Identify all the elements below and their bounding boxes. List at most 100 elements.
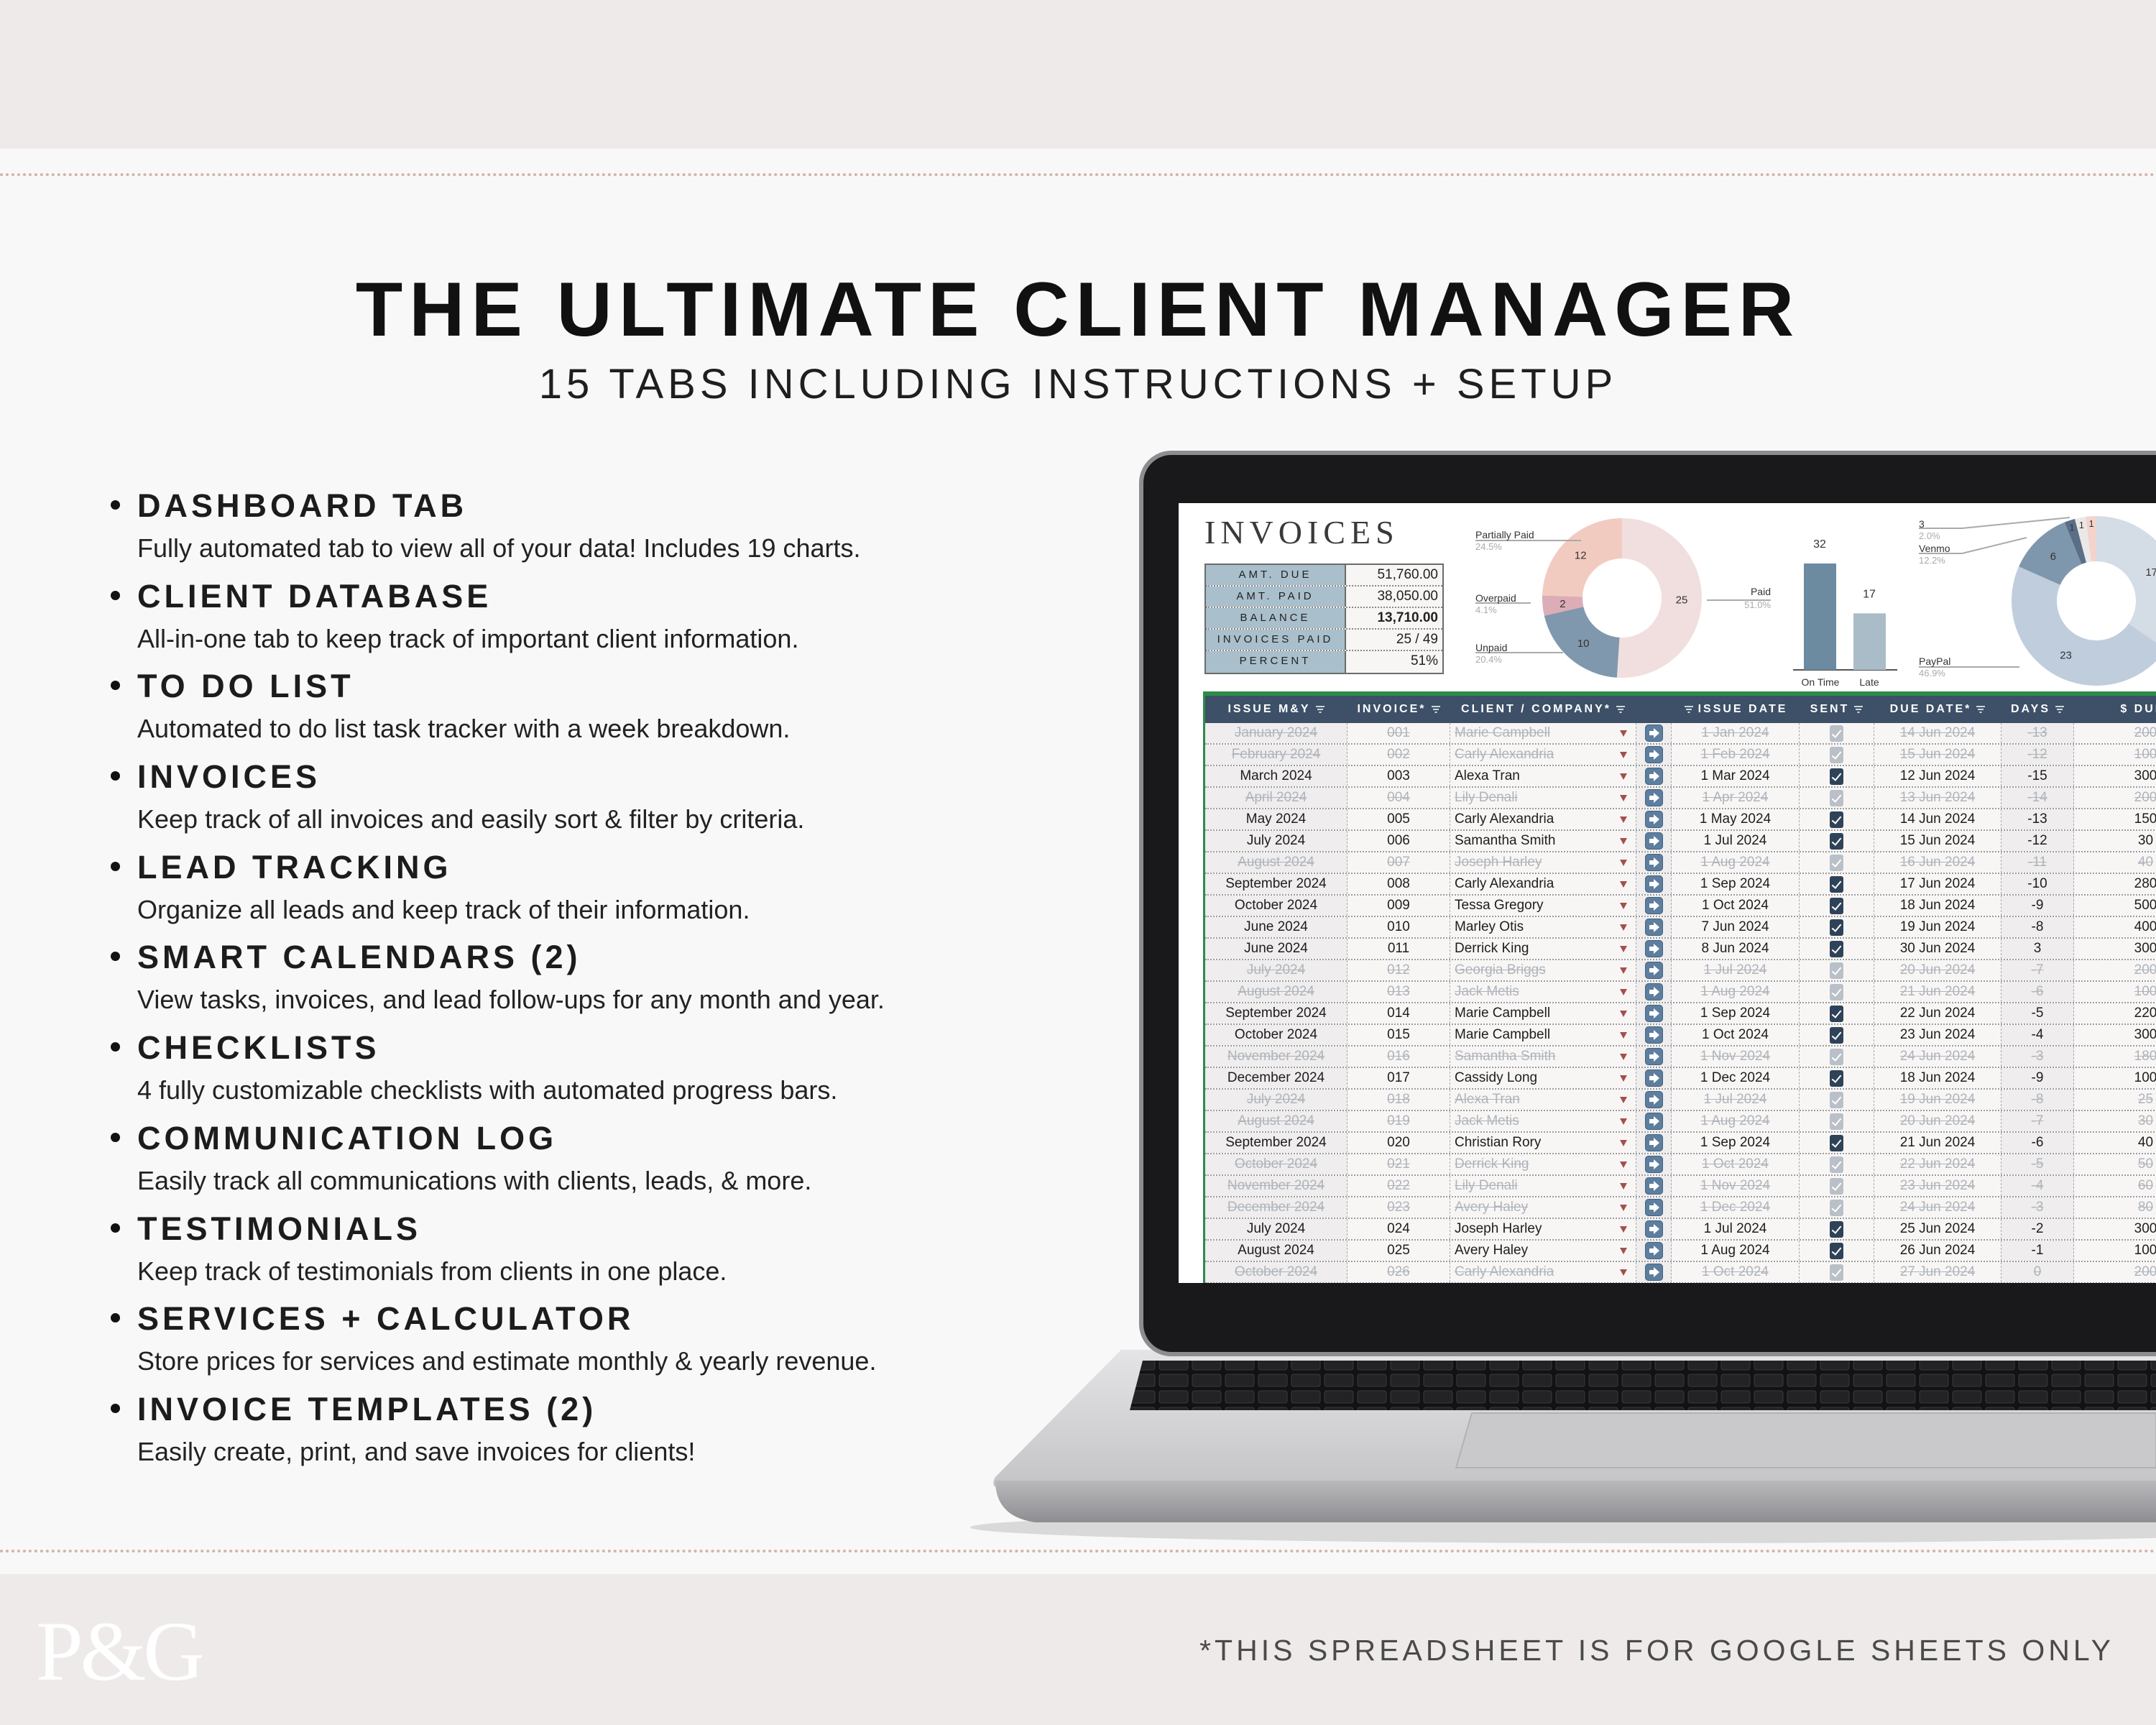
cell-client[interactable]: Lily Denali — [1450, 1176, 1636, 1196]
checkbox-checked-icon[interactable] — [1830, 1199, 1843, 1216]
cell-client[interactable]: Jack Metis — [1450, 982, 1636, 1002]
filter-icon[interactable] — [1431, 706, 1441, 713]
arrow-right-icon[interactable] — [1644, 854, 1663, 871]
cell-client[interactable]: Marley Otis — [1450, 917, 1636, 937]
dropdown-arrow-icon[interactable] — [1620, 1096, 1627, 1103]
table-row[interactable]: August 2024 007 Joseph Harley 1 Aug 2024 16 … — [1205, 852, 2156, 874]
table-row[interactable]: August 2024 019 Jack Metis 1 Aug 2024 20 Jun… — [1205, 1111, 2156, 1133]
dropdown-arrow-icon[interactable] — [1620, 902, 1627, 909]
table-row[interactable]: June 2024 011 Derrick King 8 Jun 2024 30 Jun… — [1205, 939, 2156, 960]
table-row[interactable]: October 2024 026 Carly Alexandria 1 Oct 202… — [1205, 1262, 2156, 1283]
arrow-right-icon[interactable] — [1644, 962, 1663, 979]
checkbox-checked-icon[interactable] — [1830, 1026, 1843, 1044]
column-header[interactable] — [1636, 696, 1672, 723]
checkbox-checked-icon[interactable] — [1830, 1264, 1843, 1281]
cell-client[interactable]: Avery Haley — [1450, 1197, 1636, 1218]
dropdown-arrow-icon[interactable] — [1620, 1053, 1627, 1060]
arrow-right-icon[interactable] — [1644, 1026, 1663, 1044]
arrow-right-icon[interactable] — [1644, 746, 1663, 763]
arrow-right-icon[interactable] — [1644, 940, 1663, 957]
dropdown-arrow-icon[interactable] — [1620, 1075, 1627, 1082]
cell-client[interactable]: Christian Rory — [1450, 1133, 1636, 1153]
dropdown-arrow-icon[interactable] — [1620, 1010, 1627, 1017]
dropdown-arrow-icon[interactable] — [1620, 751, 1627, 758]
cell-client[interactable]: Avery Haley — [1450, 1241, 1636, 1261]
table-row[interactable]: October 2024 021 Derrick King 1 Oct 2024 22 … — [1205, 1154, 2156, 1176]
column-header[interactable]: ISSUE DATE — [1672, 696, 1800, 723]
cell-client[interactable]: Carly Alexandria — [1450, 809, 1636, 829]
table-row[interactable]: December 2024 017 Cassidy Long 1 Dec 2024 18… — [1205, 1068, 2156, 1090]
arrow-right-icon[interactable] — [1644, 1264, 1663, 1281]
arrow-right-icon[interactable] — [1644, 1156, 1663, 1173]
cell-client[interactable]: Samantha Smith — [1450, 1046, 1636, 1067]
table-row[interactable]: March 2024 003 Alexa Tran 1 Mar 2024 12 Jun … — [1205, 766, 2156, 788]
dropdown-arrow-icon[interactable] — [1620, 1247, 1627, 1254]
checkbox-checked-icon[interactable] — [1830, 724, 1843, 742]
arrow-right-icon[interactable] — [1644, 1220, 1663, 1238]
arrow-right-icon[interactable] — [1644, 724, 1663, 742]
dropdown-arrow-icon[interactable] — [1620, 988, 1627, 995]
table-row[interactable]: January 2024 001 Marie Campbell 1 Jan 2024 1… — [1205, 723, 2156, 745]
cell-client[interactable]: Carly Alexandria — [1450, 1262, 1636, 1282]
arrow-right-icon[interactable] — [1644, 897, 1663, 914]
arrow-right-icon[interactable] — [1644, 1070, 1663, 1087]
column-header[interactable]: DAYS — [2001, 696, 2074, 723]
arrow-right-icon[interactable] — [1644, 811, 1663, 828]
table-row[interactable]: July 2024 024 Joseph Harley 1 Jul 2024 25 Ju… — [1205, 1219, 2156, 1241]
checkbox-checked-icon[interactable] — [1830, 919, 1843, 936]
dropdown-arrow-icon[interactable] — [1620, 730, 1627, 737]
table-row[interactable]: May 2024 005 Carly Alexandria 1 May 2024 14 … — [1205, 809, 2156, 831]
table-row[interactable]: November 2024 022 Lily Denali 1 Nov 2024 23 … — [1205, 1176, 2156, 1197]
dropdown-arrow-icon[interactable] — [1620, 794, 1627, 801]
table-row[interactable]: April 2024 004 Lily Denali 1 Apr 2024 13 Jun… — [1205, 788, 2156, 809]
dropdown-arrow-icon[interactable] — [1620, 924, 1627, 931]
table-row[interactable]: July 2024 006 Samantha Smith 1 Jul 2024 15 J… — [1205, 831, 2156, 852]
arrow-right-icon[interactable] — [1644, 919, 1663, 936]
cell-client[interactable]: Derrick King — [1450, 939, 1636, 959]
arrow-right-icon[interactable] — [1644, 875, 1663, 893]
dropdown-arrow-icon[interactable] — [1620, 816, 1627, 823]
dropdown-arrow-icon[interactable] — [1620, 945, 1627, 952]
arrow-right-icon[interactable] — [1644, 768, 1663, 785]
checkbox-checked-icon[interactable] — [1830, 1177, 1843, 1195]
dropdown-arrow-icon[interactable] — [1620, 1269, 1627, 1276]
checkbox-checked-icon[interactable] — [1830, 854, 1843, 871]
arrow-right-icon[interactable] — [1644, 1113, 1663, 1130]
checkbox-checked-icon[interactable] — [1830, 1048, 1843, 1065]
cell-client[interactable]: Marie Campbell — [1450, 723, 1636, 743]
column-header[interactable]: DUE DATE* — [1874, 696, 2001, 723]
table-row[interactable]: July 2024 012 Georgia Briggs 1 Jul 2024 20 J… — [1205, 960, 2156, 982]
cell-client[interactable]: Georgia Briggs — [1450, 960, 1636, 980]
table-row[interactable]: October 2024 015 Marie Campbell 1 Oct 2024 2… — [1205, 1025, 2156, 1046]
checkbox-checked-icon[interactable] — [1830, 1134, 1843, 1151]
dropdown-arrow-icon[interactable] — [1620, 1204, 1627, 1211]
cell-client[interactable]: Carly Alexandria — [1450, 874, 1636, 894]
table-row[interactable]: February 2024 002 Carly Alexandria 1 Feb 20… — [1205, 745, 2156, 766]
checkbox-checked-icon[interactable] — [1830, 1220, 1843, 1238]
checkbox-checked-icon[interactable] — [1830, 746, 1843, 763]
arrow-right-icon[interactable] — [1644, 789, 1663, 806]
cell-client[interactable]: Cassidy Long — [1450, 1068, 1636, 1088]
table-row[interactable]: September 2024 008 Carly Alexandria 1 Sep 2… — [1205, 874, 2156, 896]
table-row[interactable]: September 2024 020 Christian Rory 1 Sep 202… — [1205, 1133, 2156, 1154]
checkbox-checked-icon[interactable] — [1830, 962, 1843, 979]
checkbox-checked-icon[interactable] — [1830, 789, 1843, 806]
dropdown-arrow-icon[interactable] — [1620, 880, 1627, 888]
table-row[interactable]: June 2024 010 Marley Otis 7 Jun 2024 19 Jun … — [1205, 917, 2156, 939]
arrow-right-icon[interactable] — [1644, 1134, 1663, 1151]
column-header[interactable]: INVOICE* — [1348, 696, 1450, 723]
table-row[interactable]: September 2024 014 Marie Campbell 1 Sep 202… — [1205, 1003, 2156, 1025]
column-header[interactable]: CLIENT / COMPANY* — [1450, 696, 1636, 723]
table-row[interactable]: August 2024 025 Avery Haley 1 Aug 2024 26 Ju… — [1205, 1241, 2156, 1262]
checkbox-checked-icon[interactable] — [1830, 1113, 1843, 1130]
checkbox-checked-icon[interactable] — [1830, 875, 1843, 893]
checkbox-checked-icon[interactable] — [1830, 1091, 1843, 1108]
table-row[interactable]: December 2024 023 Avery Haley 1 Dec 2024 24 … — [1205, 1197, 2156, 1219]
cell-client[interactable]: Lily Denali — [1450, 788, 1636, 808]
filter-icon[interactable] — [1853, 706, 1864, 713]
cell-client[interactable]: Tessa Gregory — [1450, 896, 1636, 916]
dropdown-arrow-icon[interactable] — [1620, 1031, 1627, 1039]
checkbox-checked-icon[interactable] — [1830, 940, 1843, 957]
dropdown-arrow-icon[interactable] — [1620, 1182, 1627, 1190]
cell-client[interactable]: Carly Alexandria — [1450, 745, 1636, 765]
